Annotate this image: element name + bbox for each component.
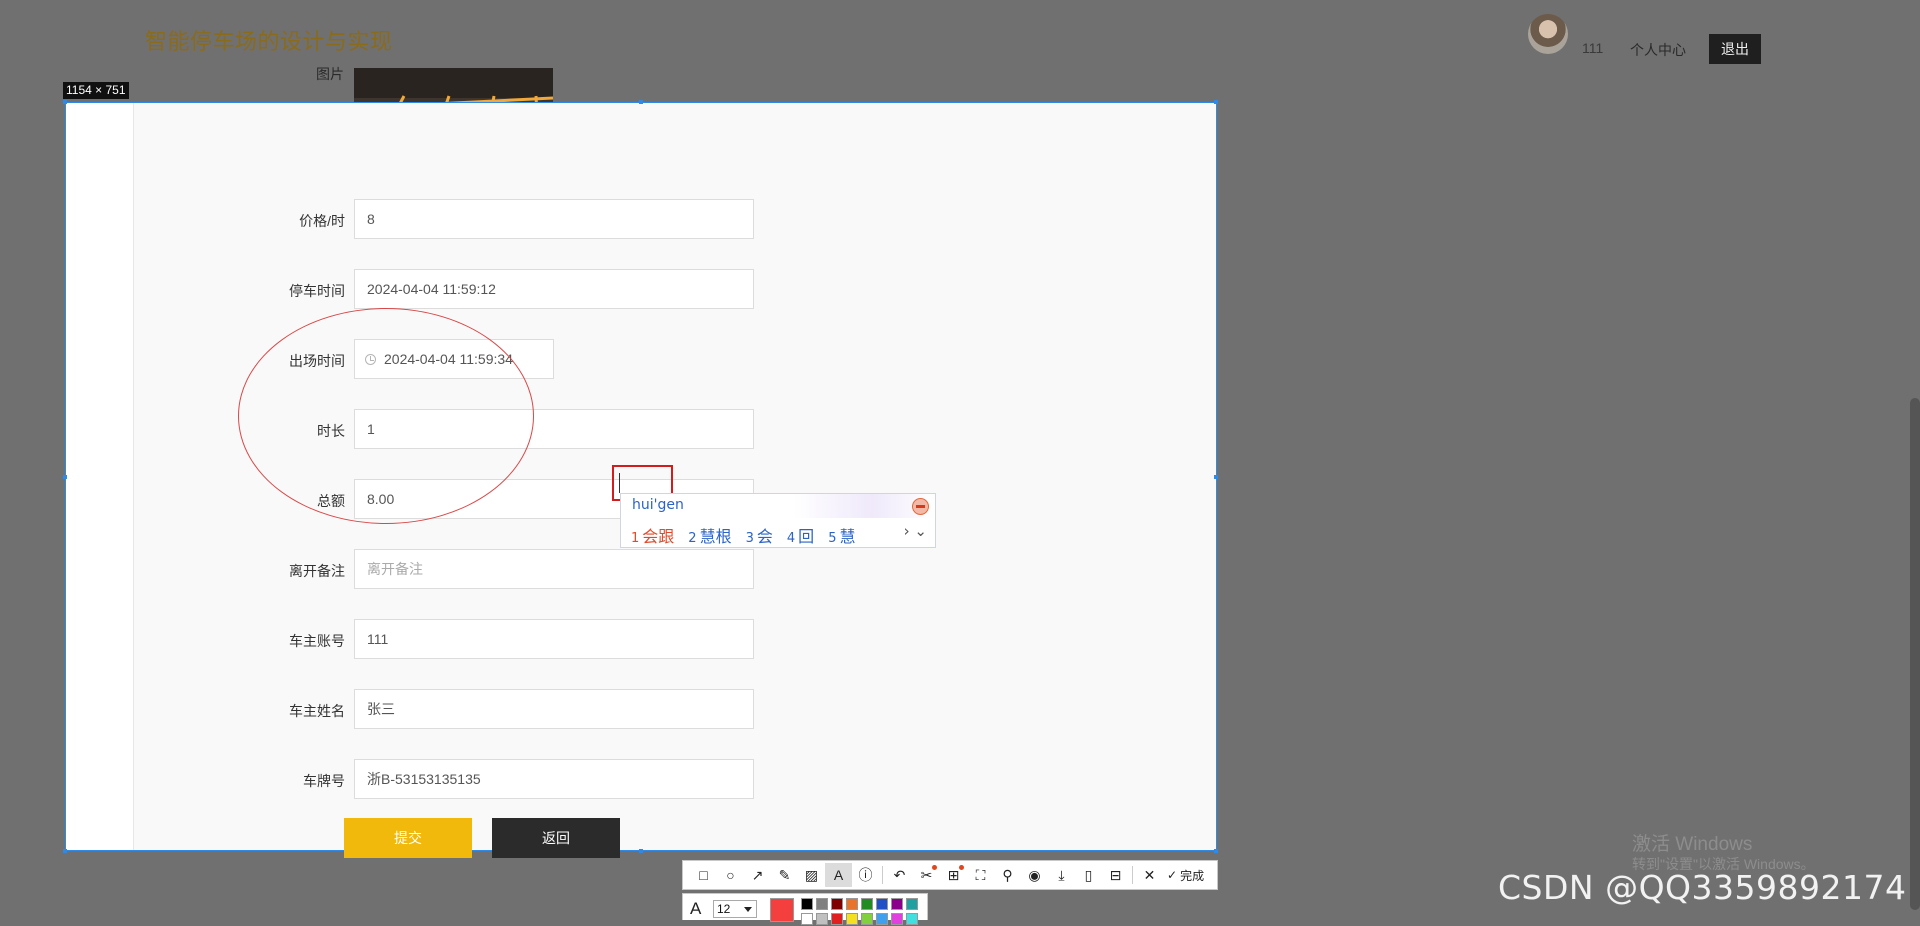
toolbar-divider xyxy=(1132,866,1133,884)
color-swatch-16[interactable] xyxy=(906,913,918,925)
ellipse-tool-icon[interactable]: ○ xyxy=(717,863,744,887)
site-title: 智能停车场的设计与实现 xyxy=(145,29,393,54)
ime-candidate-2[interactable]: 2 慧根 xyxy=(688,523,731,547)
color-swatch-9[interactable] xyxy=(801,913,813,925)
selected-color-swatch[interactable] xyxy=(770,898,794,922)
csdn-watermark: CSDN @QQ3359892174 xyxy=(1498,868,1907,907)
ime-pinyin-text: hui'gen xyxy=(632,497,684,513)
text-tool-icon[interactable]: A xyxy=(825,863,852,887)
color-swatch-13[interactable] xyxy=(861,913,873,925)
download-icon[interactable]: ⤓ xyxy=(1048,863,1075,887)
resize-handle-right[interactable] xyxy=(1214,475,1218,479)
color-swatch-2[interactable] xyxy=(816,898,828,910)
windows-activation-title: 激活 Windows xyxy=(1632,834,1753,855)
resize-handle-bl[interactable] xyxy=(63,849,67,853)
user-avatar[interactable] xyxy=(1528,14,1568,54)
resize-handle-bottom[interactable] xyxy=(639,849,643,853)
resize-handle-top[interactable] xyxy=(639,100,643,104)
color-swatch-4[interactable] xyxy=(846,898,858,910)
page-scrollbar[interactable] xyxy=(1910,398,1920,910)
toolbar-divider xyxy=(882,866,883,884)
color-swatch-3[interactable] xyxy=(831,898,843,910)
text-style-toolbar: A 12 xyxy=(682,893,928,925)
mosaic-tool-icon[interactable]: ▨ xyxy=(798,863,825,887)
color-swatch-6[interactable] xyxy=(876,898,888,910)
phone-icon[interactable]: ▯ xyxy=(1075,863,1102,887)
color-swatch-1[interactable] xyxy=(801,898,813,910)
record-icon[interactable]: ◉ xyxy=(1021,863,1048,887)
resize-handle-br[interactable] xyxy=(1214,849,1218,853)
ime-candidate-4[interactable]: 4回 xyxy=(787,523,814,547)
screenshot-toolbar: □ ○ ↗ ✎ ▨ A ⓘ ↶ ✂ ⊞ ⛶ ⚲ ◉ ⤓ ▯ ⊟ ✕ ✓ 完成 xyxy=(682,860,1218,890)
image-label: 图片 xyxy=(316,66,344,82)
resize-handle-tr[interactable] xyxy=(1214,100,1218,104)
close-icon[interactable]: ✕ xyxy=(1136,863,1163,887)
ime-candidate-list: 1 会跟 2 慧根 3会 4回 5慧 xyxy=(631,523,855,547)
color-swatch-7[interactable] xyxy=(891,898,903,910)
resize-handle-tl[interactable] xyxy=(63,100,67,104)
username-label: 111 xyxy=(1582,40,1604,56)
ocr-icon[interactable]: ⊞ xyxy=(940,863,967,887)
capture-size-label: 1154 × 751 xyxy=(63,82,129,99)
annotation-ellipse[interactable] xyxy=(238,308,534,524)
color-swatch-12[interactable] xyxy=(846,913,858,925)
bookmark-icon[interactable]: ⊟ xyxy=(1102,863,1129,887)
color-palette xyxy=(801,898,919,926)
done-button[interactable]: ✓ 完成 xyxy=(1167,867,1204,884)
font-icon: A xyxy=(690,899,702,918)
resize-handle-left[interactable] xyxy=(63,475,67,479)
pen-tool-icon[interactable]: ✎ xyxy=(771,863,798,887)
color-swatch-15[interactable] xyxy=(891,913,903,925)
ime-next-page-icon[interactable]: › ⌄ xyxy=(904,522,927,540)
arrow-tool-icon[interactable]: ↗ xyxy=(744,863,771,887)
color-swatch-8[interactable] xyxy=(906,898,918,910)
crop-icon[interactable]: ✂ xyxy=(913,863,940,887)
ime-candidate-1[interactable]: 1 会跟 xyxy=(631,523,674,547)
color-swatch-11[interactable] xyxy=(831,913,843,925)
number-tool-icon[interactable]: ⓘ xyxy=(852,863,879,887)
ime-candidate-5[interactable]: 5慧 xyxy=(828,523,855,547)
back-button[interactable]: 返回 xyxy=(492,818,620,858)
ime-logo-icon[interactable] xyxy=(912,498,929,515)
ime-candidate-3[interactable]: 3会 xyxy=(746,523,773,547)
rectangle-tool-icon[interactable]: □ xyxy=(690,863,717,887)
check-icon: ✓ xyxy=(1167,868,1178,882)
scan-icon[interactable]: ⛶ xyxy=(967,863,994,887)
ime-candidate-window[interactable]: hui'gen 1 会跟 2 慧根 3会 4回 5慧 › ⌄ xyxy=(620,493,936,548)
color-swatch-14[interactable] xyxy=(876,913,888,925)
pin-icon[interactable]: ⚲ xyxy=(994,863,1021,887)
text-cursor xyxy=(619,473,620,493)
profile-center-link[interactable]: 个人中心 xyxy=(1630,40,1686,60)
color-swatch-5[interactable] xyxy=(861,898,873,910)
logout-button[interactable]: 退出 xyxy=(1709,34,1761,64)
font-size-select[interactable]: 12 xyxy=(713,900,757,918)
sidebar-strip xyxy=(66,103,134,850)
submit-button[interactable]: 提交 xyxy=(344,818,472,858)
color-swatch-10[interactable] xyxy=(816,913,828,925)
undo-icon[interactable]: ↶ xyxy=(886,863,913,887)
